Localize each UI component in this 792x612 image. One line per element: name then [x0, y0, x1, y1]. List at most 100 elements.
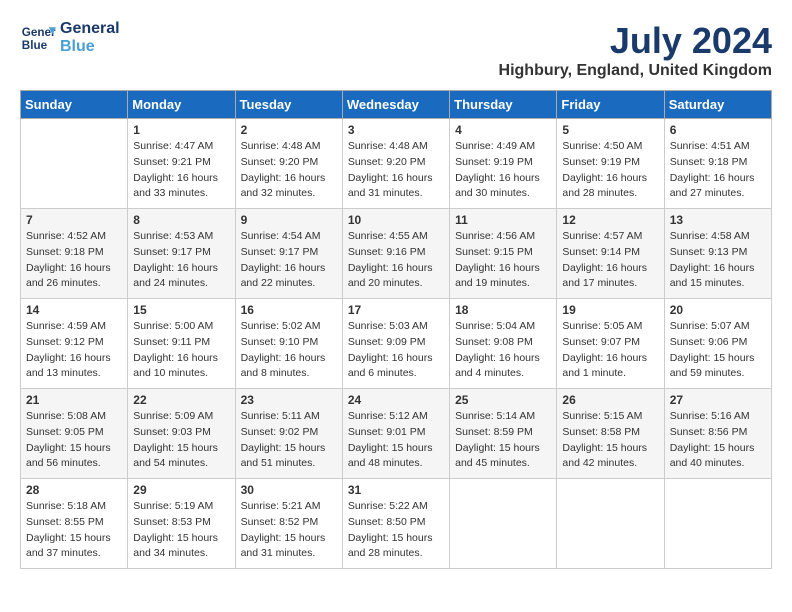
sunrise-text: Sunrise: 4:51 AM	[670, 140, 750, 152]
daylight-text: Daylight: 15 hours and 31 minutes.	[241, 532, 326, 560]
daylight-text: Daylight: 16 hours and 31 minutes.	[348, 172, 433, 200]
daylight-text: Daylight: 15 hours and 42 minutes.	[562, 442, 647, 470]
sunset-text: Sunset: 9:03 PM	[133, 426, 211, 438]
day-number: 4	[455, 123, 551, 137]
calendar-cell: 27 Sunrise: 5:16 AM Sunset: 8:56 PM Dayl…	[664, 389, 771, 479]
sunset-text: Sunset: 8:53 PM	[133, 516, 211, 528]
day-info: Sunrise: 5:19 AM Sunset: 8:53 PM Dayligh…	[133, 499, 229, 562]
calendar-cell: 4 Sunrise: 4:49 AM Sunset: 9:19 PM Dayli…	[450, 119, 557, 209]
day-number: 17	[348, 303, 444, 317]
day-number: 1	[133, 123, 229, 137]
svg-text:Blue: Blue	[22, 39, 48, 52]
day-number: 2	[241, 123, 337, 137]
sunrise-text: Sunrise: 5:18 AM	[26, 500, 106, 512]
day-number: 27	[670, 393, 766, 407]
calendar-cell: 16 Sunrise: 5:02 AM Sunset: 9:10 PM Dayl…	[235, 299, 342, 389]
sunset-text: Sunset: 9:18 PM	[670, 156, 748, 168]
calendar-cell: 20 Sunrise: 5:07 AM Sunset: 9:06 PM Dayl…	[664, 299, 771, 389]
day-number: 25	[455, 393, 551, 407]
sunset-text: Sunset: 9:16 PM	[348, 246, 426, 258]
calendar-cell: 11 Sunrise: 4:56 AM Sunset: 9:15 PM Dayl…	[450, 209, 557, 299]
day-number: 26	[562, 393, 658, 407]
day-info: Sunrise: 5:04 AM Sunset: 9:08 PM Dayligh…	[455, 319, 551, 382]
daylight-text: Daylight: 16 hours and 32 minutes.	[241, 172, 326, 200]
sunrise-text: Sunrise: 4:52 AM	[26, 230, 106, 242]
sunrise-text: Sunrise: 4:53 AM	[133, 230, 213, 242]
sunrise-text: Sunrise: 5:04 AM	[455, 320, 535, 332]
sunset-text: Sunset: 9:19 PM	[562, 156, 640, 168]
day-info: Sunrise: 4:47 AM Sunset: 9:21 PM Dayligh…	[133, 139, 229, 202]
day-number: 13	[670, 213, 766, 227]
calendar-week-row: 14 Sunrise: 4:59 AM Sunset: 9:12 PM Dayl…	[21, 299, 772, 389]
calendar-cell: 13 Sunrise: 4:58 AM Sunset: 9:13 PM Dayl…	[664, 209, 771, 299]
day-info: Sunrise: 5:00 AM Sunset: 9:11 PM Dayligh…	[133, 319, 229, 382]
day-info: Sunrise: 4:58 AM Sunset: 9:13 PM Dayligh…	[670, 229, 766, 292]
calendar-cell: 25 Sunrise: 5:14 AM Sunset: 8:59 PM Dayl…	[450, 389, 557, 479]
calendar-header-row: SundayMondayTuesdayWednesdayThursdayFrid…	[21, 91, 772, 119]
daylight-text: Daylight: 16 hours and 27 minutes.	[670, 172, 755, 200]
daylight-text: Daylight: 15 hours and 51 minutes.	[241, 442, 326, 470]
calendar-cell: 24 Sunrise: 5:12 AM Sunset: 9:01 PM Dayl…	[342, 389, 449, 479]
calendar-cell: 17 Sunrise: 5:03 AM Sunset: 9:09 PM Dayl…	[342, 299, 449, 389]
sunrise-text: Sunrise: 5:09 AM	[133, 410, 213, 422]
location-label: Highbury, England, United Kingdom	[499, 62, 772, 80]
daylight-text: Daylight: 16 hours and 6 minutes.	[348, 352, 433, 380]
sunrise-text: Sunrise: 5:22 AM	[348, 500, 428, 512]
logo-line1: General	[60, 20, 120, 38]
logo-icon: General Blue	[20, 20, 56, 56]
daylight-text: Daylight: 16 hours and 10 minutes.	[133, 352, 218, 380]
sunset-text: Sunset: 9:21 PM	[133, 156, 211, 168]
daylight-text: Daylight: 16 hours and 28 minutes.	[562, 172, 647, 200]
calendar-week-row: 7 Sunrise: 4:52 AM Sunset: 9:18 PM Dayli…	[21, 209, 772, 299]
calendar-cell: 3 Sunrise: 4:48 AM Sunset: 9:20 PM Dayli…	[342, 119, 449, 209]
sunrise-text: Sunrise: 5:16 AM	[670, 410, 750, 422]
day-info: Sunrise: 5:09 AM Sunset: 9:03 PM Dayligh…	[133, 409, 229, 472]
day-info: Sunrise: 5:03 AM Sunset: 9:09 PM Dayligh…	[348, 319, 444, 382]
header-monday: Monday	[128, 91, 235, 119]
day-info: Sunrise: 5:11 AM Sunset: 9:02 PM Dayligh…	[241, 409, 337, 472]
daylight-text: Daylight: 16 hours and 1 minute.	[562, 352, 647, 380]
calendar-cell: 28 Sunrise: 5:18 AM Sunset: 8:55 PM Dayl…	[21, 479, 128, 569]
day-number: 12	[562, 213, 658, 227]
calendar-cell: 8 Sunrise: 4:53 AM Sunset: 9:17 PM Dayli…	[128, 209, 235, 299]
day-number: 8	[133, 213, 229, 227]
logo: General Blue General Blue	[20, 20, 120, 56]
calendar-cell: 26 Sunrise: 5:15 AM Sunset: 8:58 PM Dayl…	[557, 389, 664, 479]
calendar-cell	[450, 479, 557, 569]
calendar-cell	[21, 119, 128, 209]
day-number: 29	[133, 483, 229, 497]
daylight-text: Daylight: 16 hours and 4 minutes.	[455, 352, 540, 380]
day-info: Sunrise: 4:53 AM Sunset: 9:17 PM Dayligh…	[133, 229, 229, 292]
daylight-text: Daylight: 15 hours and 54 minutes.	[133, 442, 218, 470]
sunset-text: Sunset: 9:12 PM	[26, 336, 104, 348]
sunset-text: Sunset: 9:20 PM	[241, 156, 319, 168]
sunset-text: Sunset: 9:11 PM	[133, 336, 210, 348]
daylight-text: Daylight: 15 hours and 34 minutes.	[133, 532, 218, 560]
calendar-cell: 5 Sunrise: 4:50 AM Sunset: 9:19 PM Dayli…	[557, 119, 664, 209]
daylight-text: Daylight: 15 hours and 37 minutes.	[26, 532, 111, 560]
sunrise-text: Sunrise: 5:08 AM	[26, 410, 106, 422]
header-thursday: Thursday	[450, 91, 557, 119]
sunrise-text: Sunrise: 5:19 AM	[133, 500, 213, 512]
daylight-text: Daylight: 16 hours and 15 minutes.	[670, 262, 755, 290]
sunset-text: Sunset: 8:59 PM	[455, 426, 533, 438]
header-sunday: Sunday	[21, 91, 128, 119]
day-info: Sunrise: 4:52 AM Sunset: 9:18 PM Dayligh…	[26, 229, 122, 292]
day-info: Sunrise: 4:57 AM Sunset: 9:14 PM Dayligh…	[562, 229, 658, 292]
sunset-text: Sunset: 9:20 PM	[348, 156, 426, 168]
day-number: 28	[26, 483, 122, 497]
calendar-cell: 7 Sunrise: 4:52 AM Sunset: 9:18 PM Dayli…	[21, 209, 128, 299]
day-info: Sunrise: 4:56 AM Sunset: 9:15 PM Dayligh…	[455, 229, 551, 292]
calendar-week-row: 21 Sunrise: 5:08 AM Sunset: 9:05 PM Dayl…	[21, 389, 772, 479]
calendar-cell: 19 Sunrise: 5:05 AM Sunset: 9:07 PM Dayl…	[557, 299, 664, 389]
sunset-text: Sunset: 9:05 PM	[26, 426, 104, 438]
day-number: 5	[562, 123, 658, 137]
day-number: 14	[26, 303, 122, 317]
sunrise-text: Sunrise: 4:58 AM	[670, 230, 750, 242]
day-info: Sunrise: 5:08 AM Sunset: 9:05 PM Dayligh…	[26, 409, 122, 472]
day-number: 22	[133, 393, 229, 407]
day-number: 19	[562, 303, 658, 317]
day-info: Sunrise: 4:59 AM Sunset: 9:12 PM Dayligh…	[26, 319, 122, 382]
sunset-text: Sunset: 9:01 PM	[348, 426, 426, 438]
daylight-text: Daylight: 16 hours and 26 minutes.	[26, 262, 111, 290]
